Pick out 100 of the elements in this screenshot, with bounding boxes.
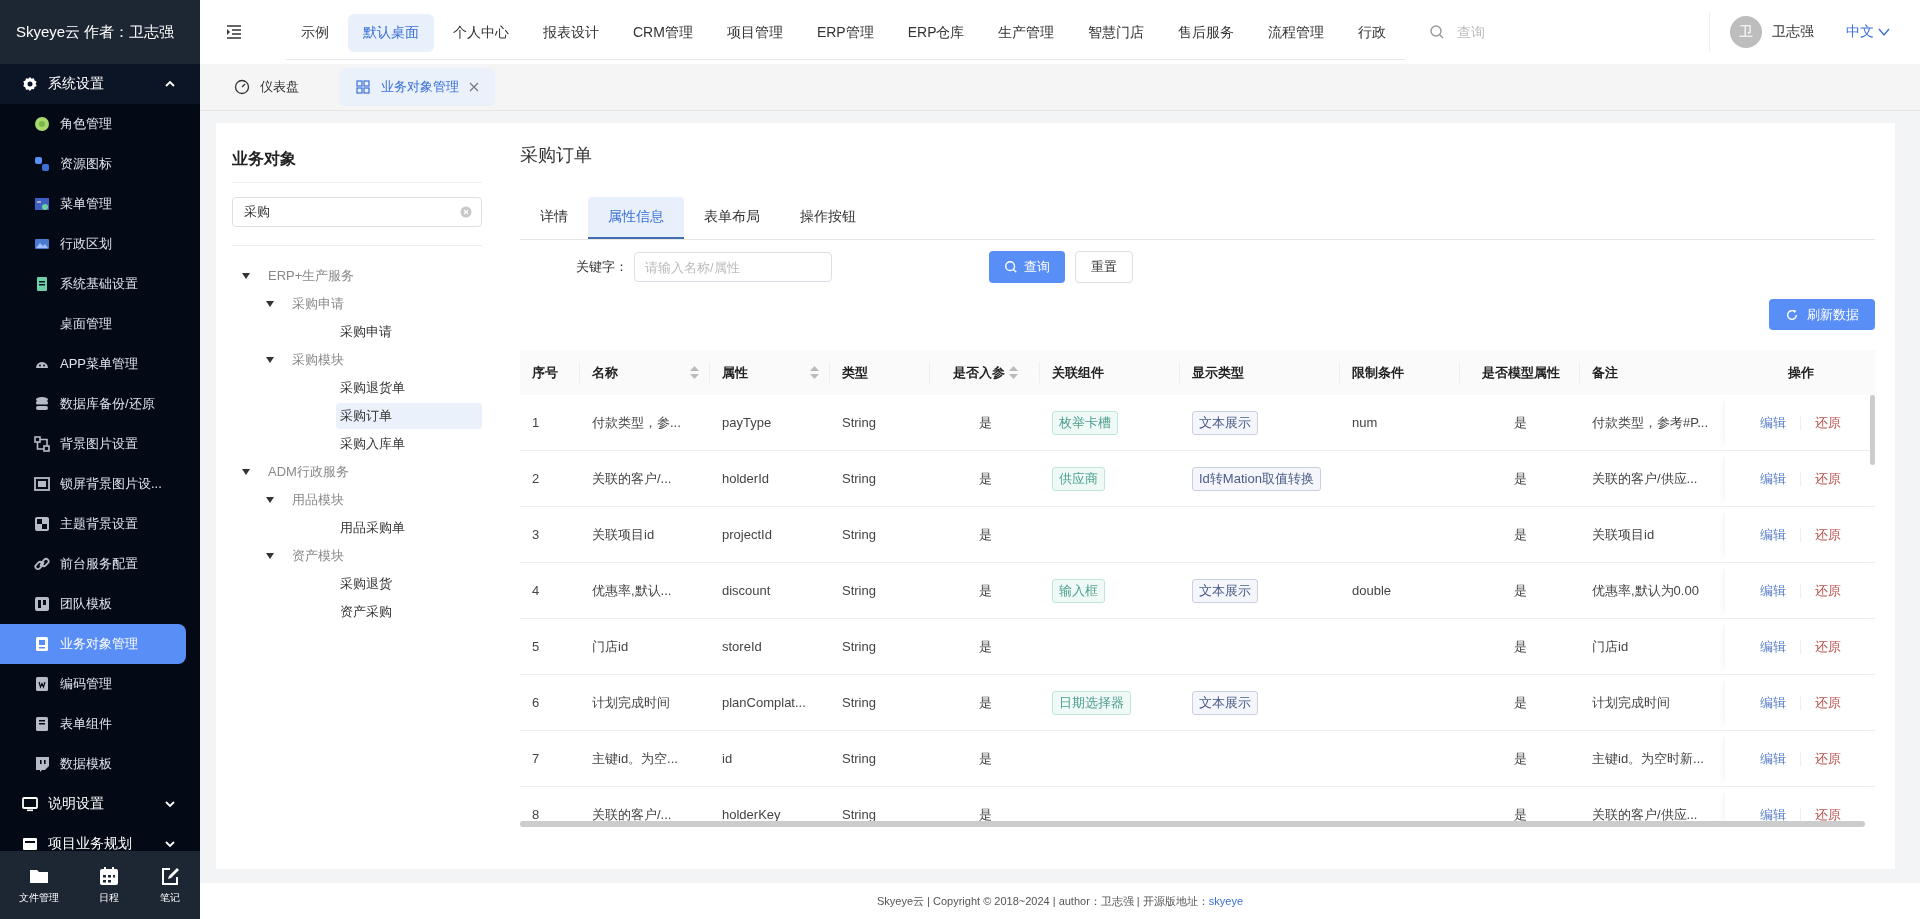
tree-node[interactable]: 资产采购 <box>336 599 482 625</box>
tree-node[interactable]: 采购申请 <box>336 319 482 345</box>
restore-link[interactable]: 还原 <box>1800 693 1855 712</box>
menu-item[interactable]: 行政区划 <box>0 224 186 264</box>
table-cell: 是 <box>978 637 992 656</box>
nav-tab[interactable]: 生产管理 <box>983 13 1070 52</box>
menu-item[interactable]: 资源图标 <box>0 144 186 184</box>
nav-tab[interactable]: 智慧门店 <box>1073 13 1160 52</box>
tab[interactable]: 操作按钮 <box>780 197 876 239</box>
edit-link[interactable]: 编辑 <box>1745 413 1800 432</box>
tab[interactable]: 属性信息 <box>588 197 684 239</box>
caret-icon[interactable] <box>266 357 274 363</box>
edit-link[interactable]: 编辑 <box>1745 749 1800 768</box>
table-cell: 2 <box>532 471 540 486</box>
dock-button[interactable]: 笔记 <box>158 865 181 905</box>
page-tab[interactable]: 仪表盘 <box>218 68 315 106</box>
edit-link[interactable]: 编辑 <box>1745 581 1800 600</box>
menu-item[interactable]: 角色管理 <box>0 104 186 144</box>
nav-tab[interactable]: 示例 <box>286 13 344 52</box>
tree-node[interactable]: 用品采购单 <box>336 515 482 541</box>
tree-node[interactable]: 采购订单 <box>336 403 482 429</box>
nav-tab[interactable]: 报表设计 <box>528 13 614 52</box>
grid-icon <box>355 79 371 95</box>
menu-group[interactable]: 项目业务规划 <box>0 824 200 851</box>
nav-tab[interactable]: 流程管理 <box>1253 13 1340 52</box>
edit-link[interactable]: 编辑 <box>1745 525 1800 544</box>
menu-item[interactable]: 前台服务配置 <box>0 544 186 584</box>
tree-node[interactable]: 采购模块 <box>288 347 348 373</box>
nav-tab[interactable]: ERP管理 <box>801 13 889 52</box>
menu-icon[interactable] <box>224 22 244 42</box>
nav-tab[interactable]: 项目管理 <box>711 13 798 52</box>
tree-node[interactable]: 采购退货 <box>336 571 482 597</box>
menu-item[interactable]: 数据模板 <box>0 744 186 784</box>
nav-tab[interactable]: 行政 <box>1343 13 1402 52</box>
tree-node[interactable]: 资产模块 <box>288 543 348 569</box>
restore-link[interactable]: 还原 <box>1800 749 1855 768</box>
scrollbar[interactable] <box>520 821 1865 827</box>
tree-node[interactable]: ERP+生产服务 <box>264 263 359 289</box>
dock-button[interactable]: 日程 <box>98 865 120 905</box>
menu-item[interactable]: 主题背景设置 <box>0 504 186 544</box>
tree-node[interactable]: 采购申请 <box>288 291 348 317</box>
nav-tab[interactable]: ERP仓库 <box>892 13 980 52</box>
tree-node[interactable]: 采购退货单 <box>336 375 482 401</box>
restore-link[interactable]: 还原 <box>1800 805 1855 824</box>
page-tab[interactable]: 业务对象管理 <box>339 68 495 106</box>
restore-link[interactable]: 还原 <box>1800 581 1855 600</box>
table-cell: projectId <box>722 527 772 542</box>
reset-button[interactable]: 重置 <box>1075 251 1133 283</box>
table-cell: 是 <box>978 581 992 600</box>
menu-item[interactable]: APP菜单管理 <box>0 344 186 384</box>
caret-icon[interactable] <box>242 273 250 279</box>
edit-link[interactable]: 编辑 <box>1745 805 1800 824</box>
edit-link[interactable]: 编辑 <box>1745 637 1800 656</box>
menu-item[interactable]: 团队模板 <box>0 584 186 624</box>
caret-icon[interactable] <box>266 553 274 559</box>
tab[interactable]: 详情 <box>520 197 588 239</box>
edit-link[interactable]: 编辑 <box>1745 469 1800 488</box>
menu-item[interactable]: 菜单管理 <box>0 184 186 224</box>
scrollbar[interactable] <box>1870 395 1875 465</box>
menu-item[interactable]: 系统基础设置 <box>0 264 186 304</box>
nav-tab[interactable]: 个人中心 <box>438 13 524 52</box>
nav-tab[interactable]: CRM管理 <box>618 13 708 52</box>
table-cell: 是 <box>978 693 992 712</box>
menu-item[interactable]: 表单组件 <box>0 704 186 744</box>
table-cell: 7 <box>532 751 540 766</box>
menu-item[interactable]: 桌面管理 <box>0 304 186 344</box>
tab[interactable]: 表单布局 <box>684 197 780 239</box>
link-icon <box>34 556 50 572</box>
menu-group[interactable]: 系统设置 <box>0 64 200 104</box>
menu-item[interactable]: 数据库备份/还原 <box>0 384 186 424</box>
caret-icon[interactable] <box>266 301 274 307</box>
menu-item[interactable]: 编码管理 <box>0 664 186 704</box>
table-cell: 门店id <box>592 637 629 656</box>
tree-node[interactable]: 采购入库单 <box>336 431 482 457</box>
tree-node[interactable]: 用品模块 <box>288 487 348 513</box>
caret-icon[interactable] <box>266 497 274 503</box>
caret-icon[interactable] <box>242 469 250 475</box>
nav-tab[interactable]: 默认桌面 <box>348 13 434 52</box>
edit-link[interactable]: 编辑 <box>1745 693 1800 712</box>
table-cell: planComplat... <box>722 695 806 710</box>
dock-button[interactable]: 文件管理 <box>19 865 60 905</box>
nav-tab[interactable]: 售后服务 <box>1163 13 1250 52</box>
table-cell: 付款类型，参考#P... <box>1592 413 1709 432</box>
keyword-field[interactable]: 请输入名称/属性 <box>634 252 832 282</box>
restore-link[interactable]: 还原 <box>1800 469 1855 488</box>
language-dropdown[interactable]: 中文 <box>1840 22 1896 42</box>
display-tag: 文本展示 <box>1192 578 1258 603</box>
menu-item[interactable]: 背景图片设置 <box>0 424 186 464</box>
menu-group[interactable]: 说明设置 <box>0 784 200 824</box>
settings-icon <box>22 76 38 92</box>
circle-icon <box>34 116 50 132</box>
tree-node[interactable]: ADM行政服务 <box>264 459 353 485</box>
restore-link[interactable]: 还原 <box>1800 413 1855 432</box>
search-field[interactable]: 采购 <box>232 197 482 227</box>
menu-item[interactable]: 锁屏背景图片设... <box>0 464 186 504</box>
restore-link[interactable]: 还原 <box>1800 637 1855 656</box>
restore-link[interactable]: 还原 <box>1800 525 1855 544</box>
close-icon[interactable] <box>469 82 479 92</box>
footer-link[interactable]: skyeye <box>1208 894 1244 907</box>
column-header: 限制条件 <box>1352 363 1404 382</box>
